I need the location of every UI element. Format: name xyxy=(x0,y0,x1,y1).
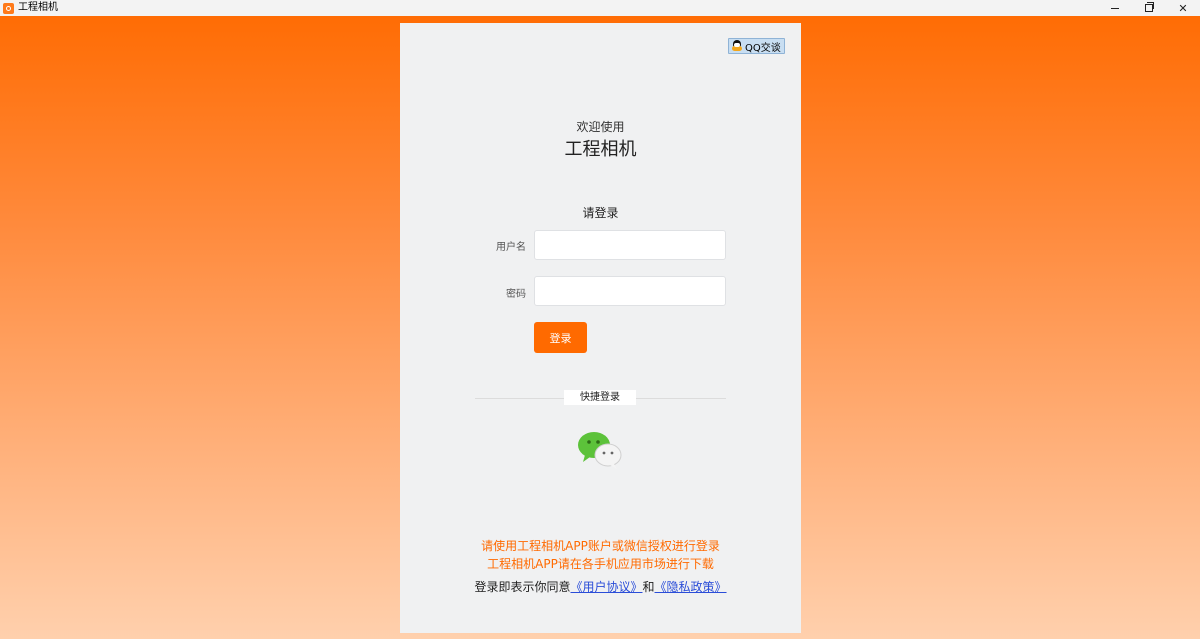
notice-line-1: 请使用工程相机APP账户或微信授权进行登录 xyxy=(481,539,720,553)
privacy-policy-link[interactable]: 《隐私政策》 xyxy=(655,580,727,594)
password-label: 密码 xyxy=(506,289,526,300)
quick-login-label: 快捷登录 xyxy=(564,390,636,405)
window-title-bar: 工程相机 ✕ xyxy=(0,0,1200,16)
minimize-icon xyxy=(1111,7,1119,9)
username-label: 用户名 xyxy=(496,242,526,253)
close-icon: ✕ xyxy=(1178,1,1188,15)
minimize-button[interactable] xyxy=(1098,0,1132,16)
username-input[interactable] xyxy=(534,230,726,260)
qq-chat-button[interactable]: QQ交谈 xyxy=(728,38,785,54)
close-button[interactable]: ✕ xyxy=(1166,0,1200,16)
password-input[interactable] xyxy=(534,276,726,306)
qq-chat-label: QQ交谈 xyxy=(745,42,781,54)
notice-line-2: 工程相机APP请在各手机应用市场进行下载 xyxy=(487,557,714,571)
wechat-login-button[interactable] xyxy=(577,431,623,469)
window-title: 工程相机 xyxy=(18,2,58,13)
and-text: 和 xyxy=(642,580,655,594)
agreement-prefix: 登录即表示你同意 xyxy=(474,580,571,594)
restore-icon xyxy=(1145,2,1154,12)
login-button[interactable]: 登录 xyxy=(534,322,587,353)
restore-button[interactable] xyxy=(1132,0,1166,16)
agreement-line: 登录即表示你同意《用户协议》和《隐私政策》 xyxy=(400,578,801,595)
user-agreement-link[interactable]: 《用户协议》 xyxy=(570,580,642,594)
window-controls: ✕ xyxy=(1098,0,1200,16)
login-card: QQ交谈 欢迎使用 工程相机 请登录 用户名 密码 登录 快捷登录 请使用工程相… xyxy=(400,23,801,633)
app-name-title: 工程相机 xyxy=(564,139,637,160)
wechat-icon xyxy=(578,432,622,469)
app-logo-icon xyxy=(3,2,14,14)
login-heading: 请登录 xyxy=(582,206,619,220)
welcome-text: 欢迎使用 xyxy=(576,120,625,134)
qq-penguin-icon xyxy=(732,40,742,52)
